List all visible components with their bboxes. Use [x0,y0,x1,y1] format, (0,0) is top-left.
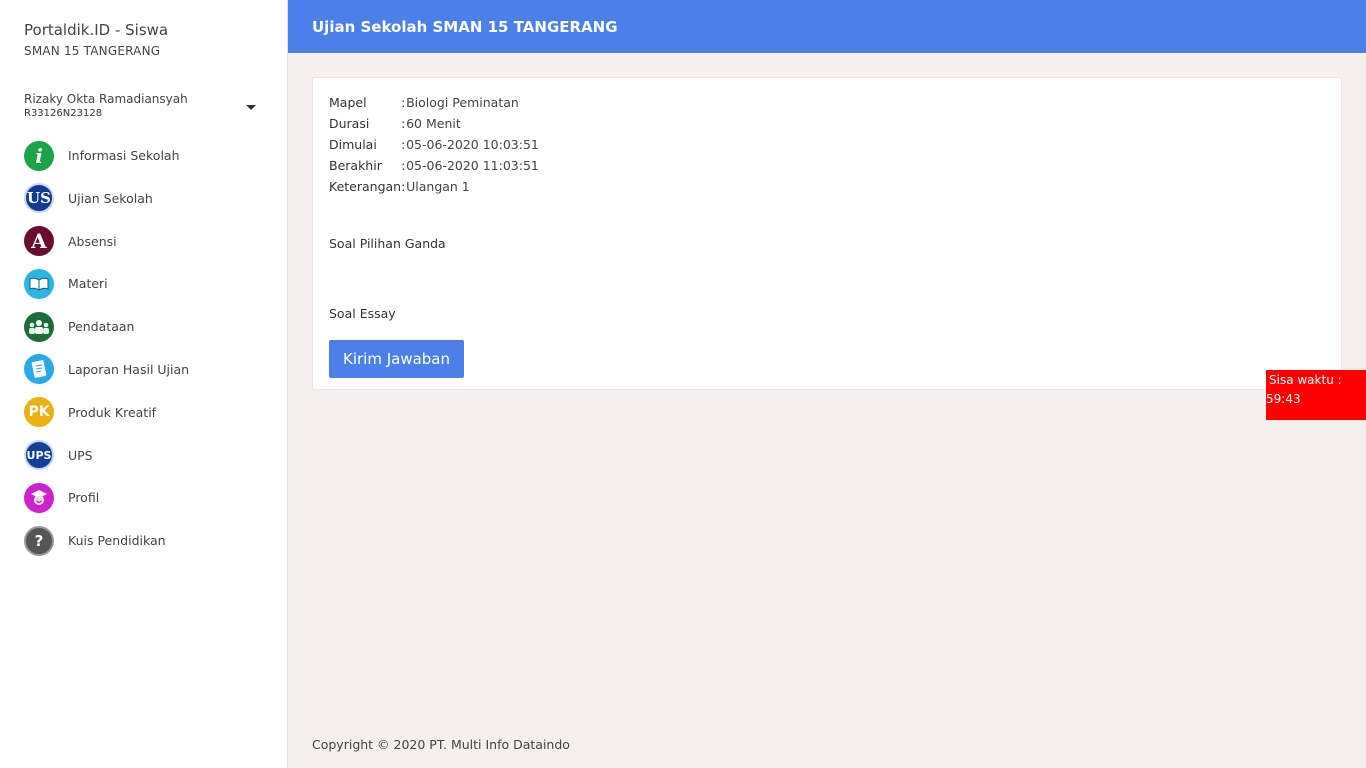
school-name: SMAN 15 TANGERANG [24,44,161,58]
sidebar-item-ujian-sekolah[interactable]: US Ujian Sekolah [24,183,274,214]
sidebar-item-informasi-sekolah[interactable]: i Informasi Sekolah [24,140,274,171]
countdown-timer: Sisa waktu : 59:43 [1266,370,1366,420]
exam-info-value: Ulangan 1 [406,179,470,194]
sidebar-item-label: Produk Kreatif [68,404,157,420]
footer-copyright: Copyright © 2020 PT. Multi Info Dataindo [312,737,570,752]
sidebar-item-label: Absensi [68,233,117,249]
user-name: Rizaky Okta Ramadiansyah [24,92,188,106]
user-id: R33126N23128 [24,108,103,119]
book-icon [24,268,54,299]
sidebar-menu: i Informasi Sekolah US Ujian Sekolah A A… [24,140,274,568]
exam-card: Mapel : Biologi Peminatan Durasi : 60 Me… [312,77,1342,390]
sidebar-item-label: Laporan Hasil Ujian [68,361,190,377]
exam-info-row: Durasi : 60 Menit [329,113,539,134]
info-icon: i [24,140,54,171]
exam-info-key: Mapel [329,95,367,110]
sidebar-item-materi[interactable]: Materi [24,268,274,299]
absensi-icon: A [24,226,54,257]
section-multiple-choice: Soal Pilihan Ganda [329,236,446,251]
quiz-icon: ? [24,525,54,556]
brand: Portaldik.ID - Siswa SMAN 15 TANGERANG [24,20,168,58]
exam-info-key: Dimulai [329,137,377,152]
caret-down-icon[interactable] [246,105,256,110]
exam-info-row: Dimulai : 05-06-2020 10:03:51 [329,134,539,155]
sidebar-item-label: Ujian Sekolah [68,190,153,206]
exam-info-key: Durasi [329,116,370,131]
brand-title: Portaldik.ID - Siswa [24,21,169,39]
sidebar-item-label: Profil [68,490,100,506]
sidebar-item-pendataan[interactable]: Pendataan [24,311,274,342]
sidebar-item-kuis-pendidikan[interactable]: ? Kuis Pendidikan [24,525,274,556]
exam-info-row: Keterangan : Ulangan 1 [329,176,539,197]
section-essay: Soal Essay [329,306,396,321]
sidebar-item-label: Informasi Sekolah [68,148,180,163]
timer-value: 59:43 [1266,392,1301,406]
exam-info-key: Keterangan [329,179,402,194]
sidebar-item-label: Pendataan [68,319,135,335]
top-bar: Ujian Sekolah SMAN 15 TANGERANG [288,0,1366,53]
sidebar: Portaldik.ID - Siswa SMAN 15 TANGERANG R… [0,0,288,768]
user-dropdown[interactable]: Rizaky Okta Ramadiansyah R33126N23128 [24,91,264,125]
sidebar-item-label: Kuis Pendidikan [68,533,166,549]
exam-info-value: 60 Menit [406,116,461,131]
pk-icon: PK [24,397,54,428]
sidebar-item-laporan-hasil-ujian[interactable]: Laporan Hasil Ujian [24,354,274,385]
sidebar-item-ups[interactable]: UPS UPS [24,440,274,471]
sidebar-item-absensi[interactable]: A Absensi [24,226,274,257]
exam-info-value: Biologi Peminatan [406,95,519,110]
exam-info-table: Mapel : Biologi Peminatan Durasi : 60 Me… [329,92,539,197]
sidebar-item-label: Materi [68,276,108,292]
sidebar-item-profil[interactable]: Profil [24,482,274,513]
timer-label: Sisa waktu : [1269,373,1342,387]
report-icon [24,354,54,385]
exam-info-value: 05-06-2020 11:03:51 [406,158,539,173]
page-title: Ujian Sekolah SMAN 15 TANGERANG [312,18,618,36]
ups-icon: UPS [24,440,54,471]
profile-icon [24,482,54,513]
exam-info-row: Mapel : Biologi Peminatan [329,92,539,113]
sidebar-item-produk-kreatif[interactable]: PK Produk Kreatif [24,397,274,428]
people-icon [24,311,54,342]
exam-info-key: Berakhir [329,158,382,173]
submit-answers-button[interactable]: Kirim Jawaban [329,340,464,378]
exam-info-value: 05-06-2020 10:03:51 [406,137,539,152]
sidebar-item-label: UPS [68,447,93,463]
us-icon: US [24,183,54,214]
exam-info-row: Berakhir : 05-06-2020 11:03:51 [329,155,539,176]
